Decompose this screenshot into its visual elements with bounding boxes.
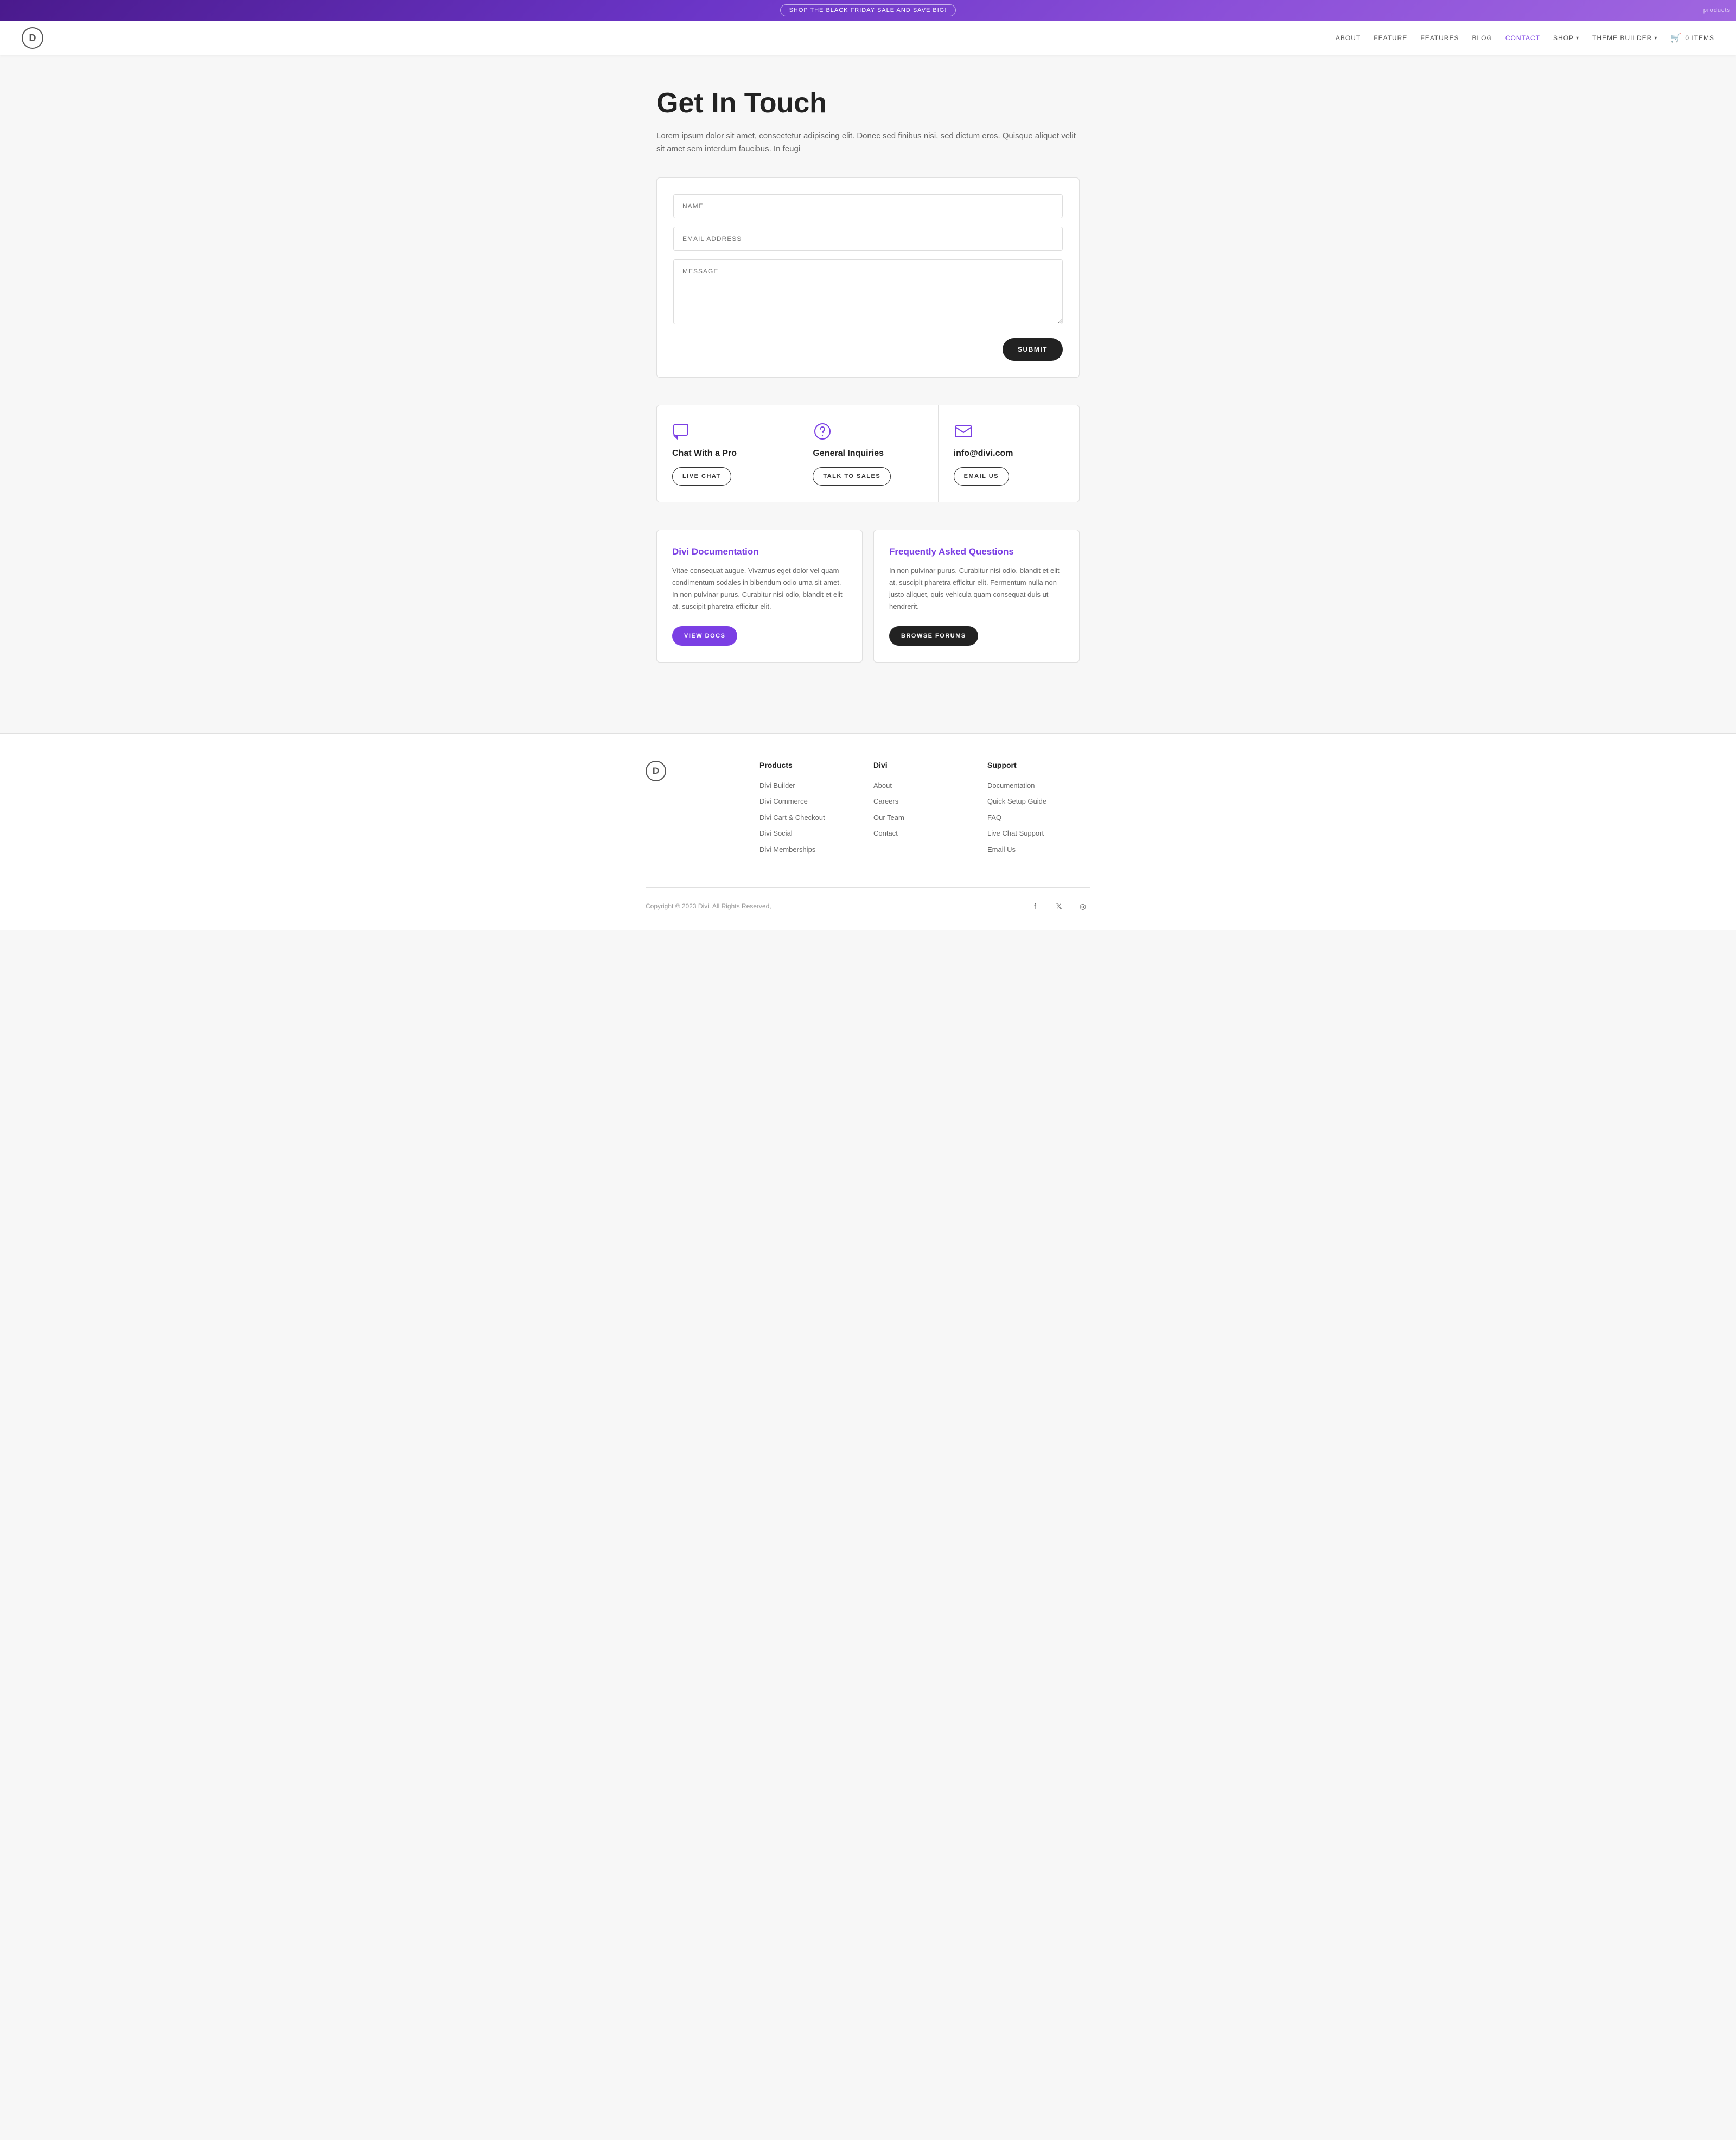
footer-quick-setup[interactable]: Quick Setup Guide (987, 796, 1090, 807)
footer-logo[interactable]: D (646, 761, 666, 781)
contact-form: SUBMIT (656, 177, 1080, 378)
footer-email-us[interactable]: Email Us (987, 844, 1090, 855)
nav-shop[interactable]: SHOP ▾ (1553, 34, 1579, 42)
cart[interactable]: 🛒 0 ITEMS (1670, 33, 1714, 43)
products-corner: products (1703, 7, 1731, 14)
email-icon (954, 422, 973, 441)
footer-support-title: Support (987, 761, 1090, 769)
cart-icon: 🛒 (1670, 33, 1682, 43)
inquiries-card-title: General Inquiries (813, 449, 922, 458)
submit-button[interactable]: SUBMIT (1003, 338, 1063, 361)
footer-live-chat[interactable]: Live Chat Support (987, 828, 1090, 839)
footer-products-col: Products Divi Builder Divi Commerce Divi… (760, 761, 863, 861)
email-input[interactable] (673, 227, 1063, 251)
footer-social: f 𝕏 ◎ (1027, 899, 1090, 914)
email-field (673, 227, 1063, 251)
nav-contact[interactable]: CONTACT (1505, 34, 1540, 42)
facebook-icon[interactable]: f (1027, 899, 1043, 914)
footer-products-title: Products (760, 761, 863, 769)
footer-divi-memberships[interactable]: Divi Memberships (760, 844, 863, 855)
banner-link[interactable]: SHOP THE BLACK FRIDAY SALE AND SAVE BIG! (780, 4, 956, 16)
nav-feature[interactable]: FEATURE (1374, 34, 1407, 42)
main-content: Get In Touch Lorem ipsum dolor sit amet,… (646, 55, 1090, 733)
message-input[interactable] (673, 259, 1063, 324)
footer-about[interactable]: About (873, 780, 976, 791)
name-field (673, 194, 1063, 218)
chevron-down-icon: ▾ (1576, 35, 1579, 41)
footer-careers[interactable]: Careers (873, 796, 976, 807)
header: D ABOUT FEATURE FEATURES BLOG CONTACT SH… (0, 21, 1736, 55)
twitter-x-icon[interactable]: 𝕏 (1051, 899, 1067, 914)
footer-faq[interactable]: FAQ (987, 812, 1090, 823)
divi-docs-title: Divi Documentation (672, 546, 847, 557)
nav-blog[interactable]: BLOG (1472, 34, 1492, 42)
footer-content: D Products Divi Builder Divi Commerce Di… (646, 761, 1090, 914)
cart-count: 0 ITEMS (1685, 34, 1714, 42)
footer: D Products Divi Builder Divi Commerce Di… (0, 733, 1736, 931)
doc-cards: Divi Documentation Vitae consequat augue… (656, 530, 1080, 662)
divi-docs-text: Vitae consequat augue. Vivamus eget dolo… (672, 565, 847, 613)
page-title: Get In Touch (656, 88, 1080, 119)
footer-logo-col: D (646, 761, 749, 861)
form-submit-area: SUBMIT (673, 338, 1063, 361)
live-chat-button[interactable]: LIVE CHAT (672, 467, 731, 486)
footer-contact[interactable]: Contact (873, 828, 976, 839)
email-us-button[interactable]: EMAIL US (954, 467, 1009, 486)
chevron-down-icon: ▾ (1654, 35, 1657, 41)
nav-theme-builder[interactable]: THEME BUILDER ▾ (1592, 34, 1657, 42)
contact-cards: Chat With a Pro LIVE CHAT General Inquir… (656, 405, 1080, 502)
logo[interactable]: D (22, 27, 43, 49)
divi-docs-card: Divi Documentation Vitae consequat augue… (656, 530, 863, 662)
chat-card: Chat With a Pro LIVE CHAT (657, 405, 797, 502)
chat-card-title: Chat With a Pro (672, 449, 782, 458)
nav-about[interactable]: ABOUT (1336, 34, 1361, 42)
faq-text: In non pulvinar purus. Curabitur nisi od… (889, 565, 1064, 613)
talk-to-sales-button[interactable]: TALK TO SALES (813, 467, 891, 486)
footer-bottom: Copyright © 2023 Divi. All Rights Reserv… (646, 887, 1090, 914)
footer-copyright: Copyright © 2023 Divi. All Rights Reserv… (646, 902, 771, 910)
email-card-title: info@divi.com (954, 449, 1064, 458)
footer-divi-cart[interactable]: Divi Cart & Checkout (760, 812, 863, 823)
instagram-icon[interactable]: ◎ (1075, 899, 1090, 914)
nav-features[interactable]: FEATURES (1420, 34, 1459, 42)
footer-divi-col: Divi About Careers Our Team Contact (873, 761, 976, 861)
page-description: Lorem ipsum dolor sit amet, consectetur … (656, 130, 1080, 156)
email-card: info@divi.com EMAIL US (939, 405, 1079, 502)
footer-divi-commerce[interactable]: Divi Commerce (760, 796, 863, 807)
view-docs-button[interactable]: VIEW DOCS (672, 626, 737, 646)
browse-forums-button[interactable]: BROWSE FORUMS (889, 626, 978, 646)
main-nav: ABOUT FEATURE FEATURES BLOG CONTACT SHOP… (1336, 33, 1714, 43)
footer-top: D Products Divi Builder Divi Commerce Di… (646, 761, 1090, 861)
faq-title: Frequently Asked Questions (889, 546, 1064, 557)
top-banner: SHOP THE BLACK FRIDAY SALE AND SAVE BIG!… (0, 0, 1736, 21)
chat-icon (672, 422, 692, 441)
footer-divi-social[interactable]: Divi Social (760, 828, 863, 839)
question-icon (813, 422, 832, 441)
footer-our-team[interactable]: Our Team (873, 812, 976, 823)
name-input[interactable] (673, 194, 1063, 218)
message-field (673, 259, 1063, 327)
footer-divi-title: Divi (873, 761, 976, 769)
footer-support-col: Support Documentation Quick Setup Guide … (987, 761, 1090, 861)
inquiries-card: General Inquiries TALK TO SALES (797, 405, 938, 502)
footer-divi-builder[interactable]: Divi Builder (760, 780, 863, 791)
faq-card: Frequently Asked Questions In non pulvin… (873, 530, 1080, 662)
footer-documentation[interactable]: Documentation (987, 780, 1090, 791)
